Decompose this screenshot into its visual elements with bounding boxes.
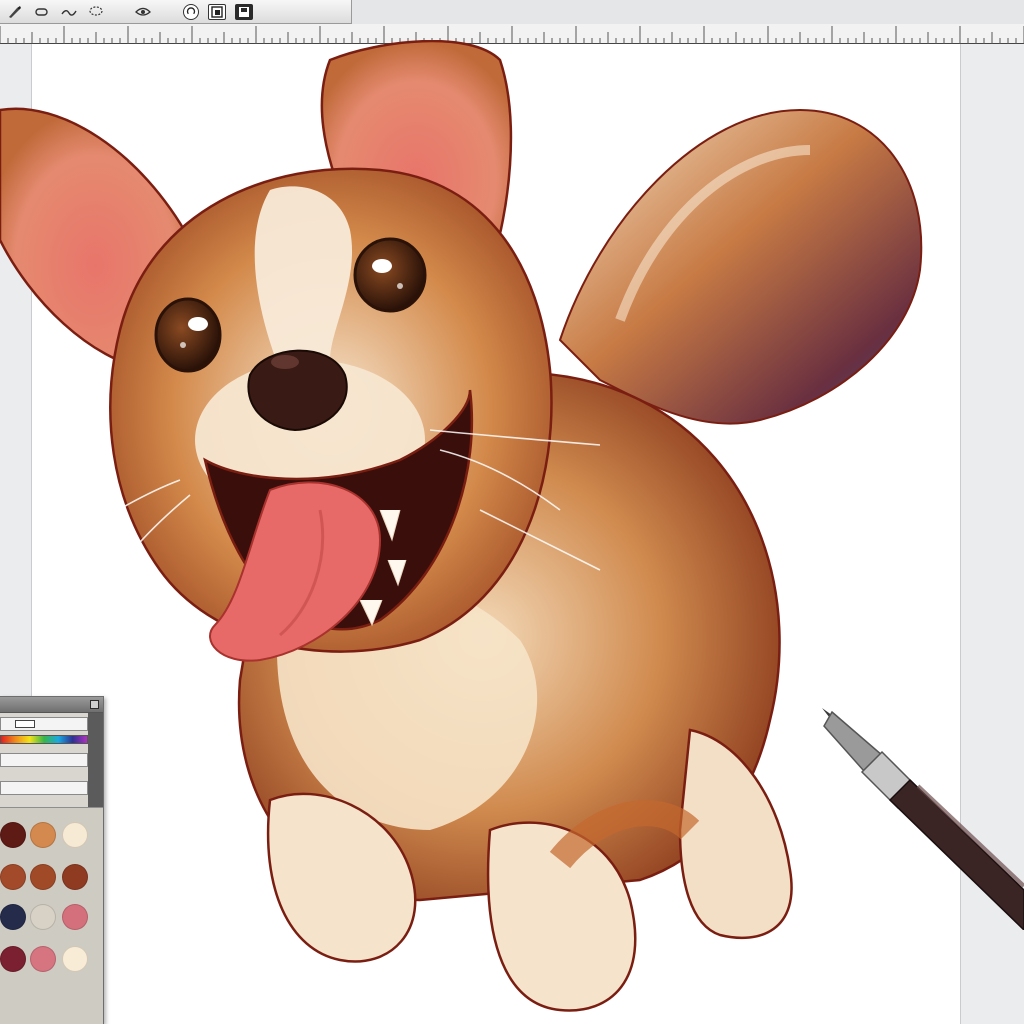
palette-titlebar[interactable] — [0, 697, 103, 713]
stylus-pen-icon — [810, 700, 1024, 930]
color-swatch[interactable] — [30, 822, 56, 848]
smudge-icon[interactable] — [60, 4, 78, 20]
dog-tail — [558, 108, 923, 425]
save-icon[interactable] — [235, 3, 253, 20]
close-icon[interactable] — [90, 700, 99, 709]
color-swatch[interactable] — [30, 904, 56, 930]
eraser-icon[interactable] — [33, 4, 51, 20]
brush-icon[interactable] — [6, 4, 24, 20]
layer-icon[interactable] — [208, 3, 226, 20]
color-swatch[interactable] — [0, 822, 26, 848]
hue-slider[interactable] — [0, 735, 88, 744]
palette-scrollbar[interactable] — [88, 713, 103, 807]
color-swatch[interactable] — [0, 946, 26, 972]
color-swatch[interactable] — [0, 904, 26, 930]
dog-leg-back — [678, 728, 793, 940]
dog-eye-left — [154, 297, 222, 373]
opacity-slider[interactable] — [0, 781, 88, 795]
color-palette-panel — [0, 696, 104, 1024]
tool-toolbar — [0, 0, 352, 24]
lasso-icon[interactable] — [87, 4, 105, 20]
color-swatch[interactable] — [62, 946, 88, 972]
color-swatch[interactable] — [30, 946, 56, 972]
saturation-slider[interactable] — [0, 753, 88, 767]
dog-eye-right — [353, 237, 427, 313]
color-swatch[interactable] — [0, 864, 26, 890]
eye-icon[interactable] — [134, 4, 152, 20]
swatch-grid — [0, 807, 103, 1024]
rotate-icon[interactable] — [183, 3, 199, 20]
color-swatch[interactable] — [62, 904, 88, 930]
color-swatch[interactable] — [62, 822, 88, 848]
color-picker-field[interactable] — [0, 717, 88, 731]
color-swatch[interactable] — [62, 864, 88, 890]
color-swatch[interactable] — [30, 864, 56, 890]
